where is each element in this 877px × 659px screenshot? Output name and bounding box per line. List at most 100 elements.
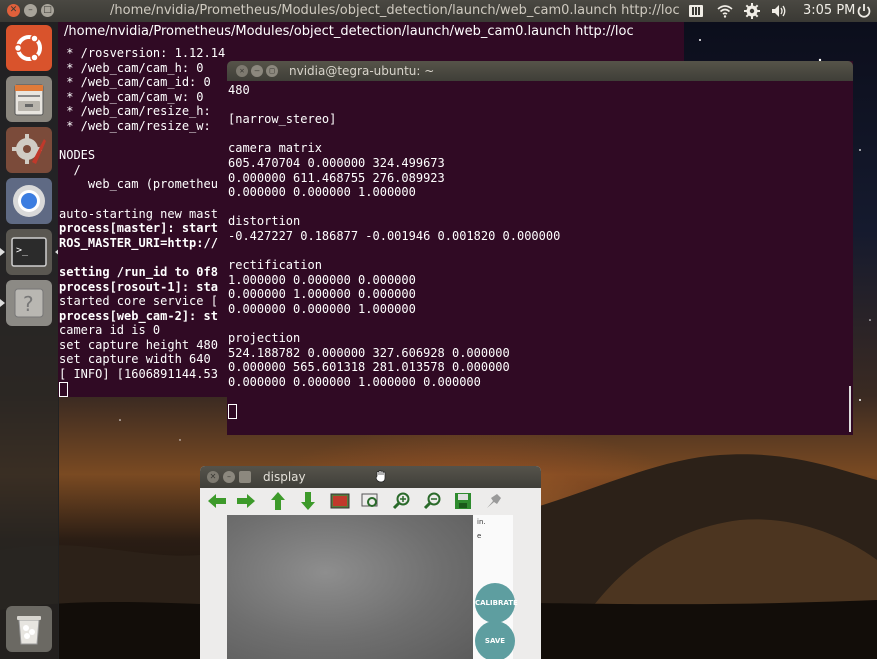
terminal-line: process[master]: start bbox=[59, 221, 218, 236]
calibration-output: 480 [narrow_stereo] camera matrix 605.470… bbox=[228, 83, 561, 420]
display-window[interactable]: ✕ – display in. e CALIBRATE SAVE bbox=[200, 466, 541, 659]
terminal-line: started core service [ bbox=[59, 294, 218, 309]
terminal-line: 0.000000 0.000000 1.000000 bbox=[228, 185, 416, 200]
close-window-button[interactable]: ✕ bbox=[236, 65, 248, 77]
terminal-line: -0.427227 0.186877 -0.001946 0.001820 0.… bbox=[228, 228, 561, 243]
terminal-line: 0.000000 1.000000 0.000000 bbox=[228, 287, 416, 302]
roslaunch-terminal-output: * /rosversion: 1.12.14 * /web_cam/cam_h:… bbox=[59, 46, 225, 397]
display-title: display bbox=[263, 470, 306, 484]
terminal-line: 0.000000 565.601318 281.013578 0.000000 bbox=[228, 360, 510, 375]
system-settings-icon[interactable] bbox=[6, 127, 52, 173]
power-icon[interactable] bbox=[856, 3, 872, 19]
terminal-line: 605.470704 0.000000 324.499673 bbox=[228, 155, 445, 170]
camera-view[interactable] bbox=[227, 515, 473, 659]
keyboard-indicator-icon[interactable] bbox=[688, 3, 704, 19]
down-arrow-icon[interactable] bbox=[298, 492, 318, 510]
terminal-line: 480 bbox=[228, 83, 250, 97]
top-panel: ✕ – □ /home/nvidia/Prometheus/Modules/ob… bbox=[0, 0, 877, 22]
svg-text:?: ? bbox=[23, 292, 34, 316]
display-titlebar[interactable]: ✕ – display bbox=[200, 466, 541, 488]
terminal-line: process[web_cam-2]: st bbox=[59, 308, 218, 323]
clock[interactable]: 3:05 PM bbox=[803, 3, 855, 18]
hand-cursor-icon bbox=[375, 470, 386, 483]
side-text-1: in. bbox=[477, 518, 486, 526]
wifi-icon[interactable] bbox=[717, 3, 733, 19]
zoom-region-icon[interactable] bbox=[361, 492, 381, 510]
minimize-window-button[interactable]: – bbox=[251, 65, 263, 77]
terminal-line: distortion bbox=[228, 214, 301, 229]
terminal-line: [narrow_stereo] bbox=[228, 112, 337, 127]
minimize-window-button[interactable]: – bbox=[223, 471, 235, 483]
pin-icon[interactable] bbox=[483, 492, 503, 510]
terminal-cursor bbox=[59, 381, 68, 397]
terminal-line: * /web_cam/cam_w: 0 bbox=[59, 89, 204, 104]
ubuntu-dash-icon[interactable] bbox=[6, 25, 52, 71]
settings-gear-icon[interactable] bbox=[744, 3, 760, 19]
terminal-line: auto-starting new mast bbox=[59, 206, 218, 221]
zoom-in-icon[interactable] bbox=[392, 492, 412, 510]
unknown-app-icon[interactable]: ? bbox=[0, 280, 52, 326]
terminal-line: / bbox=[59, 162, 81, 177]
calibrate-button[interactable]: CALIBRATE bbox=[475, 583, 518, 623]
terminal-line: ROS_MASTER_URI=http:// bbox=[59, 235, 218, 250]
terminal-title: nvidia@tegra-ubuntu: ~ bbox=[289, 64, 435, 78]
minimize-window-button[interactable]: – bbox=[24, 4, 37, 17]
up-arrow-icon[interactable] bbox=[268, 492, 288, 510]
terminal-titlebar[interactable]: ✕ – □ nvidia@tegra-ubuntu: ~ bbox=[227, 61, 853, 81]
terminal-line: process[rosout-1]: sta bbox=[59, 279, 218, 294]
terminal-line: web_cam (prometheu bbox=[59, 177, 218, 192]
forward-arrow-icon[interactable] bbox=[236, 492, 256, 510]
running-indicator-icon bbox=[0, 299, 5, 307]
terminal-line: 0.000000 0.000000 1.000000 bbox=[228, 301, 416, 316]
terminal-line: * /web_cam/resize_h: bbox=[59, 104, 211, 119]
svg-text:>_: >_ bbox=[16, 245, 29, 256]
terminal-line: 1.000000 0.000000 0.000000 bbox=[228, 272, 416, 287]
close-window-button[interactable]: ✕ bbox=[207, 471, 219, 483]
launcher: >_ ? bbox=[0, 22, 60, 659]
terminal-line: * /rosversion: 1.12.14 bbox=[59, 46, 226, 60]
terminal-line: projection bbox=[228, 331, 301, 346]
roslaunch-terminal-title: /home/nvidia/Prometheus/Modules/object_d… bbox=[64, 24, 634, 39]
volume-icon[interactable] bbox=[771, 3, 787, 19]
save-icon[interactable] bbox=[453, 492, 473, 510]
side-text-2: e bbox=[477, 532, 482, 540]
back-arrow-icon[interactable] bbox=[207, 492, 227, 510]
files-icon[interactable] bbox=[6, 76, 52, 122]
window-menu-icon[interactable] bbox=[239, 471, 251, 483]
terminal-line: * /web_cam/cam_id: 0 bbox=[59, 75, 211, 90]
close-window-button[interactable]: ✕ bbox=[7, 4, 20, 17]
maximize-window-button[interactable]: □ bbox=[266, 65, 278, 77]
terminal-icon[interactable]: >_ bbox=[0, 229, 60, 275]
terminal-line: camera id is 0 bbox=[59, 323, 161, 338]
save-button[interactable]: SAVE bbox=[475, 621, 515, 659]
image-icon[interactable] bbox=[330, 492, 350, 510]
trash-icon[interactable] bbox=[6, 606, 52, 652]
terminal-line: [ INFO] [1606891144.53 bbox=[59, 367, 218, 382]
terminal-line: 0.000000 0.000000 1.000000 0.000000 bbox=[228, 374, 481, 389]
terminal-cursor bbox=[228, 404, 237, 420]
terminal-line: set capture width 640 bbox=[59, 352, 211, 367]
terminal-line: NODES bbox=[59, 148, 96, 163]
calibration-terminal-window[interactable]: ✕ – □ nvidia@tegra-ubuntu: ~ 480 [narrow… bbox=[227, 61, 853, 435]
terminal-line: camera matrix bbox=[228, 141, 322, 156]
zoom-out-icon[interactable] bbox=[423, 492, 443, 510]
terminal-line: * /web_cam/resize_w: bbox=[59, 118, 211, 133]
running-indicator-icon bbox=[0, 248, 5, 256]
terminal-scrollbar[interactable] bbox=[849, 386, 851, 432]
maximize-window-button[interactable]: □ bbox=[41, 4, 54, 17]
chromium-icon[interactable] bbox=[6, 178, 52, 224]
terminal-line: 0.000000 611.468755 276.089923 bbox=[228, 170, 445, 185]
terminal-line: * /web_cam/cam_h: 0 bbox=[59, 60, 204, 75]
terminal-line: setting /run_id to 0f8 bbox=[59, 264, 218, 279]
terminal-line: 524.188782 0.000000 327.606928 0.000000 bbox=[228, 345, 510, 360]
active-window-title: /home/nvidia/Prometheus/Modules/object_d… bbox=[110, 3, 680, 18]
terminal-line: rectification bbox=[228, 258, 322, 273]
